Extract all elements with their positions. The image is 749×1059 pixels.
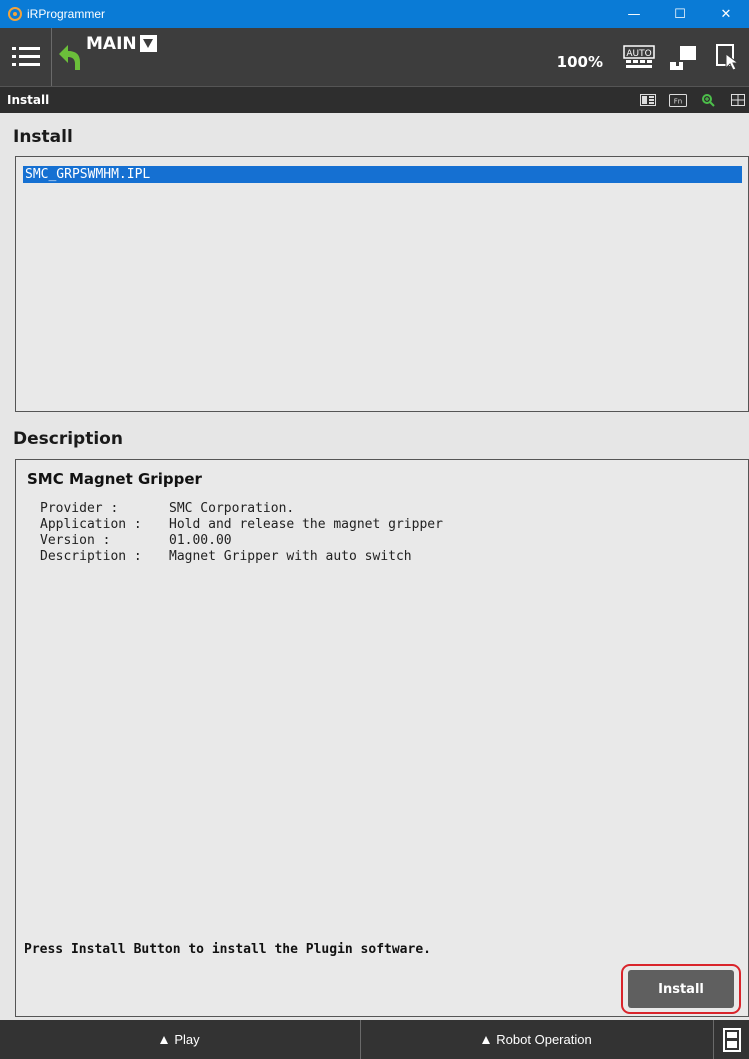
info-row-application: Application : Hold and release the magne…	[40, 517, 443, 533]
description-label: Description :	[40, 549, 142, 564]
speed-override[interactable]: 100%	[557, 53, 603, 71]
teach-pendant-button[interactable]	[661, 28, 705, 86]
info-row-provider: Provider : SMC Corporation.	[40, 501, 443, 517]
screen-title: Install	[7, 93, 50, 107]
info-row-version: Version : 01.00.00	[40, 533, 443, 549]
keyboard-panel-icon	[722, 1027, 741, 1052]
program-name: MAIN	[86, 34, 137, 54]
install-button-highlight: Install	[621, 964, 741, 1014]
minimize-button[interactable]: —	[611, 0, 657, 28]
split-window-icon	[731, 94, 745, 106]
description-panel: SMC Magnet Gripper Provider : SMC Corpor…	[15, 459, 749, 1017]
auto-mode-button[interactable]: AUTO	[617, 28, 661, 86]
app-logo-icon	[8, 7, 22, 21]
description-heading: Description	[13, 429, 123, 449]
robot-operation-label: Robot Operation	[496, 1032, 592, 1047]
provider-value: SMC Corporation.	[169, 501, 295, 516]
fn-key-icon: Fn	[669, 93, 687, 107]
play-label: Play	[174, 1032, 200, 1047]
display-layout-icon	[640, 94, 656, 106]
plugin-name: SMC Magnet Gripper	[27, 470, 202, 488]
version-value: 01.00.00	[169, 533, 232, 548]
zoom-icon	[702, 94, 715, 107]
plugin-file-list[interactable]: SMC_GRPSWMHM.IPL	[15, 156, 749, 412]
teach-pendant-icon	[670, 46, 696, 70]
touch-select-icon	[716, 44, 740, 71]
keyboard-panel-button[interactable]	[714, 1020, 749, 1059]
main-toolbar: MAIN 100% AUTO	[0, 28, 749, 86]
menu-icon	[11, 47, 40, 66]
application-label: Application :	[40, 517, 142, 532]
auto-mode-icon: AUTO	[623, 45, 655, 68]
back-arrow-icon	[59, 45, 80, 70]
plugin-info: Provider : SMC Corporation. Application …	[40, 501, 443, 565]
touch-select-button[interactable]	[705, 28, 749, 86]
back-button[interactable]	[52, 28, 86, 86]
robot-operation-button[interactable]: Robot Operation	[361, 1020, 714, 1059]
zoom-button[interactable]	[697, 91, 719, 109]
application-value: Hold and release the magnet gripper	[169, 517, 443, 532]
svg-text:AUTO: AUTO	[626, 49, 651, 59]
provider-label: Provider :	[40, 501, 119, 516]
menu-button[interactable]	[0, 28, 52, 86]
window-titlebar: iRProgrammer — ☐ ✕	[0, 0, 749, 28]
display-layout-button[interactable]	[637, 91, 659, 109]
install-heading: Install	[13, 127, 73, 147]
close-button[interactable]: ✕	[703, 0, 749, 28]
install-hint: Press Install Button to install the Plug…	[24, 942, 431, 957]
split-window-button[interactable]	[727, 91, 749, 109]
chevron-down-icon	[139, 35, 157, 52]
install-button[interactable]: Install	[628, 970, 734, 1008]
list-item[interactable]: SMC_GRPSWMHM.IPL	[23, 166, 742, 183]
window-controls: — ☐ ✕	[611, 0, 749, 28]
info-row-description: Description : Magnet Gripper with auto s…	[40, 549, 443, 565]
description-value: Magnet Gripper with auto switch	[169, 549, 412, 564]
window-title: iRProgrammer	[27, 7, 106, 21]
footer-bar: Play Robot Operation	[0, 1020, 749, 1059]
program-selector[interactable]: MAIN	[86, 28, 157, 86]
maximize-button[interactable]: ☐	[657, 0, 703, 28]
screen-header: Install Fn	[0, 86, 749, 113]
play-button[interactable]: Play	[0, 1020, 361, 1059]
svg-text:Fn: Fn	[674, 97, 682, 105]
version-label: Version :	[40, 533, 111, 548]
triangle-up-icon	[160, 1035, 169, 1044]
triangle-up-icon	[482, 1035, 491, 1044]
fn-key-button[interactable]: Fn	[667, 91, 689, 109]
